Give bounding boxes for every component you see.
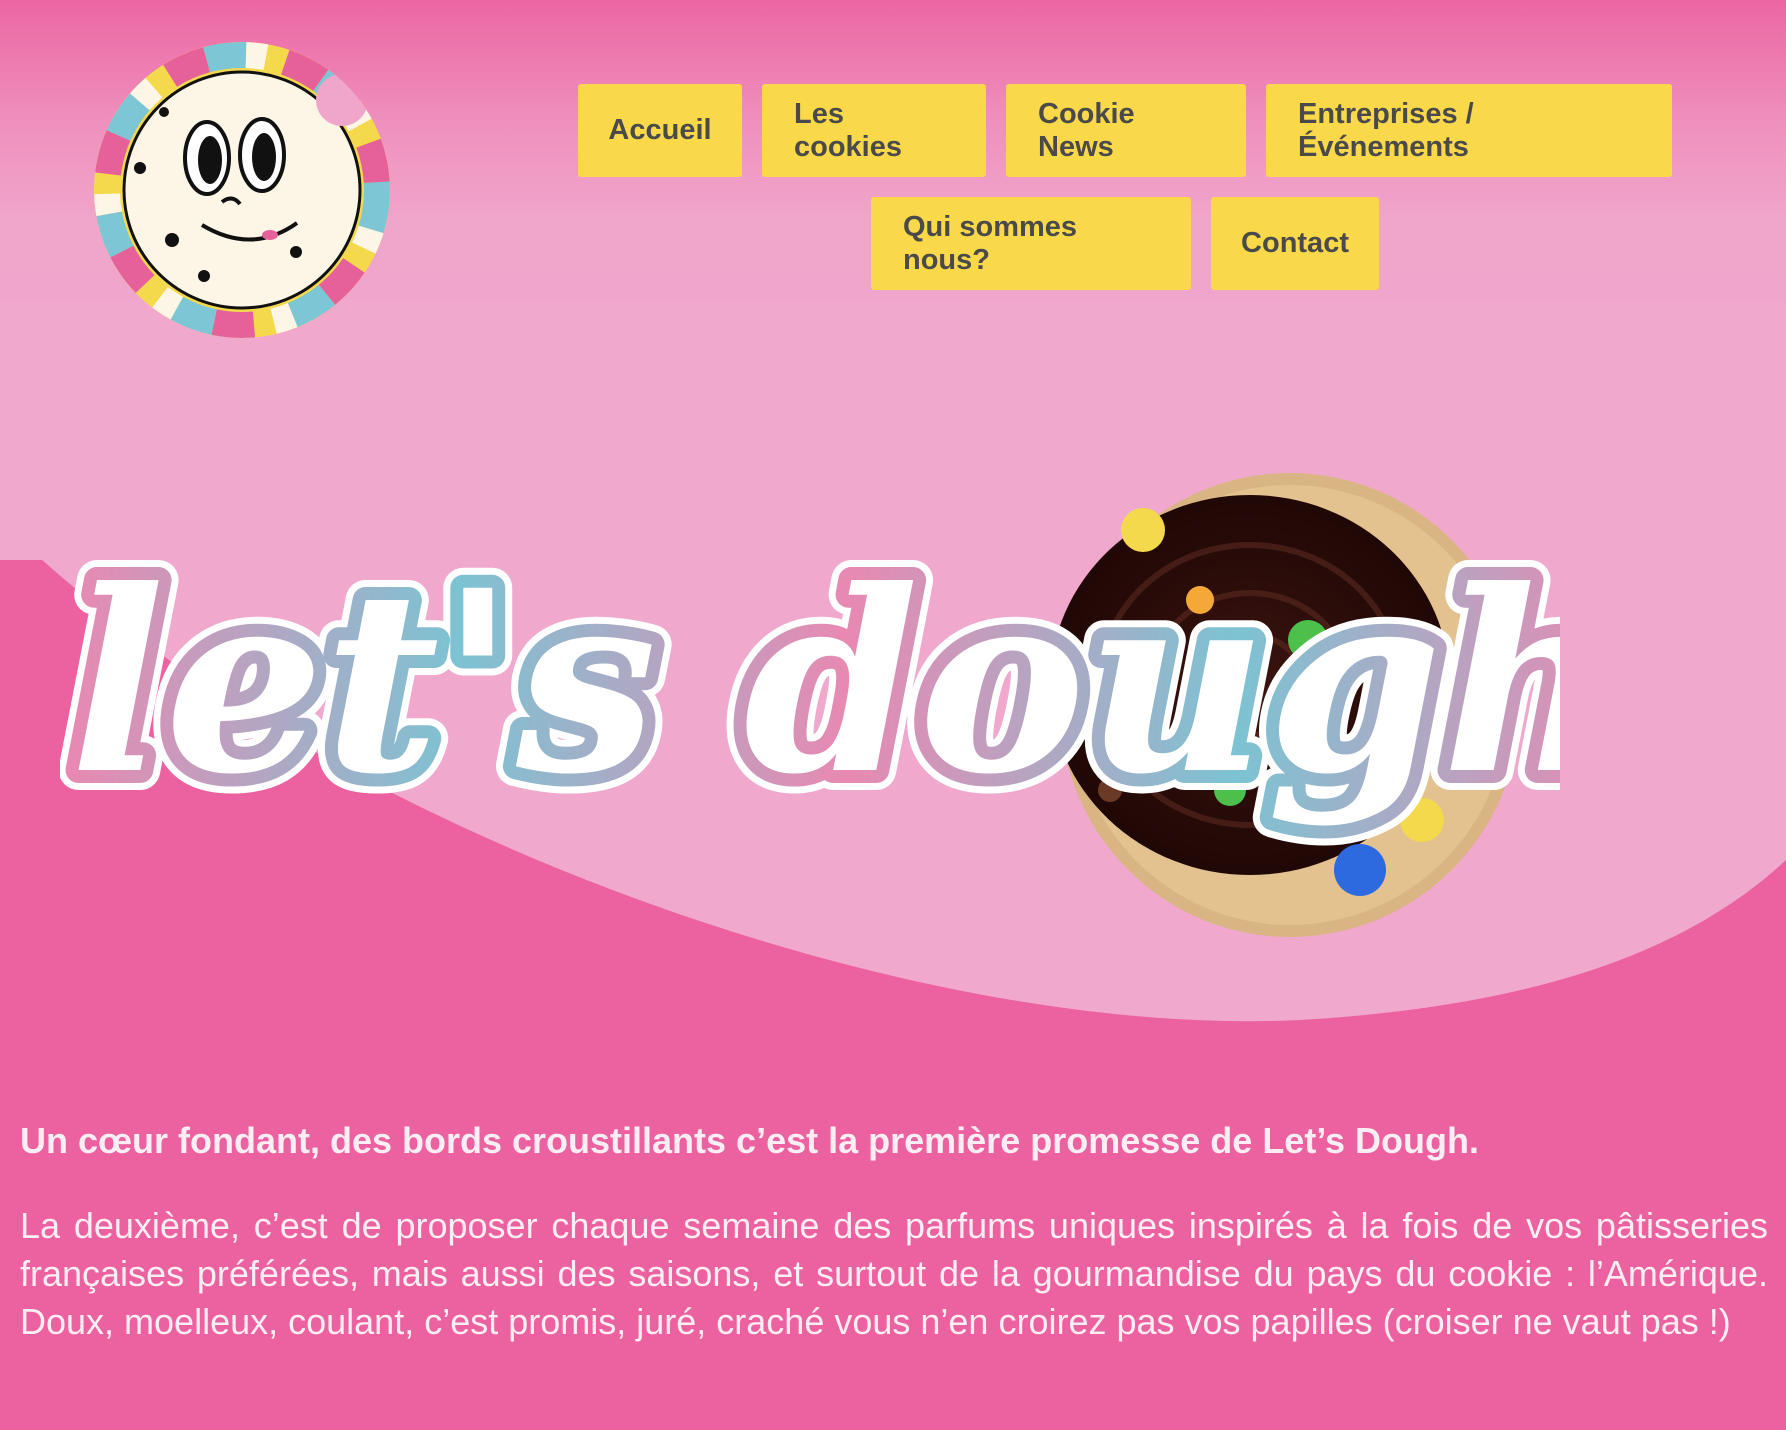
nav-row-2: Qui sommes nous? Contact — [560, 197, 1690, 290]
nav-contact-button[interactable]: Contact — [1211, 197, 1379, 290]
intro-body: La deuxième, c’est de proposer chaque se… — [20, 1205, 1768, 1342]
nav-cookie-news-button[interactable]: Cookie News — [1006, 84, 1246, 177]
hero-banner: let's dough let's dough let's dough — [50, 470, 1644, 950]
lets-dough-wordmark: let's dough let's dough let's dough — [50, 515, 1644, 849]
hero-artwork: let's dough let's dough let's dough — [50, 473, 1644, 937]
nav-les-cookies-button[interactable]: Les cookies — [762, 84, 986, 177]
nav-row-1: Accueil Les cookies Cookie News Entrepri… — [560, 84, 1690, 177]
site-logo[interactable] — [92, 40, 392, 340]
intro-lead: Un cœur fondant, des bords croustillants… — [20, 1120, 1479, 1161]
nav-entreprises-evenements-button[interactable]: Entreprises / Événements — [1266, 84, 1672, 177]
nav-qui-sommes-nous-button[interactable]: Qui sommes nous? — [871, 197, 1191, 290]
svg-text:let's dough: let's dough — [70, 535, 1560, 829]
cookie-mascot-logo-icon — [94, 42, 390, 338]
intro-section: Un cœur fondant, des bords croustillants… — [20, 1118, 1768, 1346]
nav-accueil-button[interactable]: Accueil — [578, 84, 742, 177]
main-navigation: Accueil Les cookies Cookie News Entrepri… — [560, 84, 1690, 310]
